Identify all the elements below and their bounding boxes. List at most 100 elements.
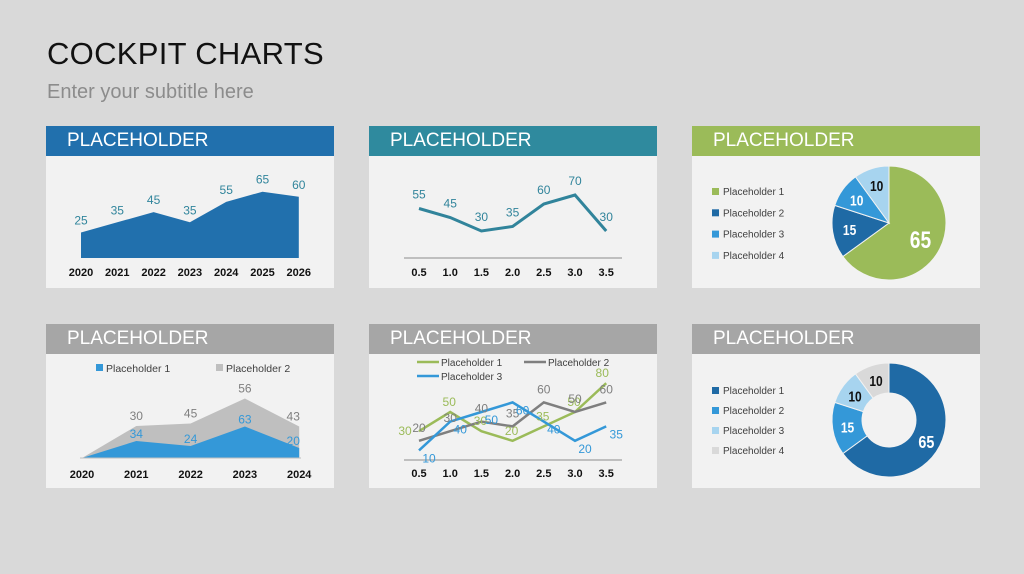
- chart-panel-multi-line: PLACEHOLDER Placeholder 1 Placeholder 2 Pl…: [369, 324, 657, 488]
- legend-swatch: [96, 364, 103, 371]
- data-label: 43: [287, 410, 301, 424]
- x-tick-label: 2024: [214, 267, 239, 279]
- x-tick-label: 3.0: [567, 267, 582, 279]
- panel-header: PLACEHOLDER: [369, 126, 657, 156]
- data-label: 45: [444, 197, 458, 211]
- slice-label: 15: [841, 419, 855, 436]
- legend-label: Placeholder 2: [226, 363, 290, 375]
- data-label: 60: [537, 382, 551, 396]
- data-label: 40: [454, 423, 468, 437]
- x-tick-label: 2022: [178, 469, 202, 481]
- legend-swatch: [216, 364, 223, 371]
- page-subtitle: Enter your subtitle here: [47, 81, 254, 103]
- data-label: 10: [422, 451, 436, 465]
- x-tick-label: 2.0: [505, 267, 520, 279]
- data-label: 35: [610, 427, 624, 441]
- line-chart: 55 45 30 35 60 70 30 0.5 1.0 1.5 2.0 2.5 3.0 3.5: [404, 174, 622, 279]
- data-label: 50: [568, 392, 582, 406]
- area-series: [81, 191, 299, 258]
- data-label: 70: [568, 174, 582, 188]
- x-tick-label: 2.5: [536, 468, 551, 480]
- x-tick-label: 3.5: [599, 267, 614, 279]
- x-tick-label: 0.5: [411, 468, 426, 480]
- pie-chart: Placeholder 1 65 Placeholder 2 15 Placeholde…: [712, 165, 947, 281]
- data-label: 60: [292, 178, 306, 192]
- x-tick-label: 2023: [233, 469, 257, 481]
- x-tick-label: 2025: [250, 267, 274, 279]
- legend-swatch: [712, 188, 719, 195]
- data-label: 56: [238, 382, 252, 396]
- x-tick-label: 1.0: [443, 267, 458, 279]
- data-label: 45: [184, 407, 198, 421]
- legend-swatch: [712, 427, 719, 434]
- chart-panel-donut: PLACEHOLDER Placeholder 1 65 Placeholder 2…: [692, 324, 980, 488]
- data-label: 65: [256, 173, 270, 187]
- data-label: 55: [412, 188, 426, 202]
- legend-label: Placeholder 4: [723, 446, 785, 457]
- legend-label: Placeholder 1: [723, 386, 785, 397]
- legend-label: Placeholder 2: [723, 406, 785, 417]
- data-label: 30: [475, 210, 489, 224]
- data-label: 63: [238, 413, 252, 427]
- chart-panel-stacked-area: PLACEHOLDER Placeholder 1 Placeholder 2 30…: [46, 324, 334, 488]
- stacked-area-chart: Placeholder 1 Placeholder 2 30 34 45 24 56 63 43…: [70, 363, 313, 481]
- data-label: 30: [130, 409, 144, 423]
- data-label: 34: [130, 427, 144, 441]
- slice-label: 65: [918, 433, 934, 453]
- data-label: 80: [596, 366, 610, 380]
- data-label: 50: [485, 413, 499, 427]
- slice-label: 10: [850, 192, 863, 209]
- x-tick-label: 2021: [124, 469, 148, 481]
- panel-header: PLACEHOLDER: [369, 324, 657, 354]
- panel-header: PLACEHOLDER: [46, 324, 334, 354]
- legend-label: Placeholder 2: [723, 208, 785, 219]
- slice-label: 10: [869, 373, 882, 390]
- x-tick-label: 1.0: [443, 468, 458, 480]
- data-label: 35: [183, 203, 197, 217]
- multi-line-chart: Placeholder 1 Placeholder 2Placeholder 33…: [398, 358, 624, 480]
- x-tick-label: 3.0: [567, 468, 582, 480]
- data-label: 20: [578, 442, 592, 456]
- legend-swatch: [712, 251, 719, 259]
- legend-swatch: [712, 407, 719, 414]
- data-label: 60: [600, 382, 614, 396]
- data-label: 40: [547, 423, 561, 437]
- legend-label: Placeholder 3: [723, 230, 785, 241]
- x-tick-label: 2024: [287, 469, 312, 481]
- x-tick-label: 2022: [141, 267, 165, 279]
- legend-label: Placeholder 1: [441, 358, 503, 369]
- legend-label: Placeholder 1: [723, 187, 785, 198]
- x-tick-label: 2.5: [536, 267, 551, 279]
- legend-swatch: [712, 230, 719, 238]
- legend-label: Placeholder 3: [723, 426, 785, 437]
- data-label: 30: [398, 424, 412, 438]
- x-tick-label: 3.5: [599, 468, 614, 480]
- legend-label: Placeholder 3: [441, 372, 503, 383]
- data-label: 35: [506, 206, 520, 220]
- data-label: 20: [412, 421, 426, 435]
- data-label: 25: [74, 214, 88, 228]
- slice-label: 10: [870, 178, 883, 195]
- x-tick-label: 2020: [69, 267, 93, 279]
- data-label: 60: [516, 403, 530, 417]
- data-label: 20: [287, 434, 301, 448]
- data-label: 50: [443, 395, 457, 409]
- slice-label: 15: [843, 222, 857, 239]
- area-chart: 25 35 45 35 55 65 60 2020 2021 2022 2023 2024 2025 20…: [69, 173, 311, 279]
- legend-label: Placeholder 4: [723, 251, 785, 262]
- donut-chart: Placeholder 1 65 Placeholder 2 15 Placeholde…: [712, 362, 947, 478]
- data-label: 60: [537, 183, 551, 197]
- data-label: 45: [147, 193, 161, 207]
- x-tick-label: 0.5: [411, 267, 426, 279]
- chart-panel-area: PLACEHOLDER 25 35 45 35 55 65 60 2020 2021 2022 20…: [46, 126, 334, 288]
- data-label: 35: [536, 409, 550, 423]
- x-tick-label: 2023: [178, 267, 202, 279]
- legend-swatch: [712, 209, 719, 217]
- data-label: 24: [184, 432, 198, 446]
- panel-header: PLACEHOLDER: [692, 324, 980, 354]
- panel-header: PLACEHOLDER: [46, 126, 334, 156]
- legend-label: Placeholder 1: [106, 363, 170, 375]
- data-label: 55: [220, 183, 234, 197]
- x-tick-label: 1.5: [474, 267, 489, 279]
- panel-header: PLACEHOLDER: [692, 126, 980, 156]
